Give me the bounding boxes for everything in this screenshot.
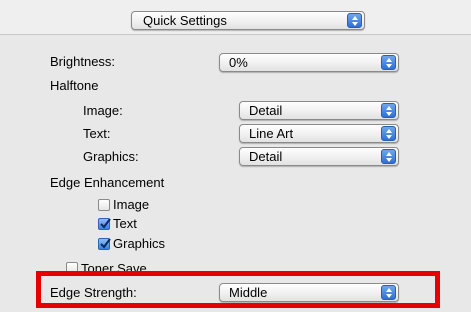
halftone-graphics-value: Detail	[249, 149, 283, 164]
halftone-text-label: Text:	[83, 126, 111, 141]
up-down-arrows-icon	[381, 126, 396, 141]
up-down-arrows-icon	[347, 13, 362, 28]
up-down-arrows-icon	[381, 55, 396, 70]
edge-text-label: Text	[113, 216, 137, 231]
halftone-image-value: Detail	[249, 103, 283, 118]
edge-text-checkbox[interactable]	[98, 218, 111, 230]
edge-enhancement-heading: Edge Enhancement	[50, 175, 165, 190]
checkmark-icon	[100, 238, 111, 249]
edge-image-label: Image	[113, 197, 150, 212]
halftone-graphics-label: Graphics:	[83, 149, 139, 164]
brightness-value: 0%	[229, 55, 248, 70]
halftone-text-popup[interactable]: Line Art	[239, 124, 399, 143]
halftone-image-popup[interactable]: Detail	[239, 101, 399, 120]
brightness-label: Brightness:	[50, 54, 116, 69]
brightness-popup[interactable]: 0%	[219, 53, 399, 72]
up-down-arrows-icon	[381, 149, 396, 164]
checkmark-icon	[100, 218, 111, 229]
up-down-arrows-icon	[381, 103, 396, 118]
halftone-graphics-popup[interactable]: Detail	[239, 147, 399, 166]
highlight-box	[36, 271, 440, 308]
edge-graphics-checkbox[interactable]	[98, 238, 111, 250]
halftone-image-label: Image:	[83, 103, 123, 118]
quick-settings-value: Quick Settings	[143, 13, 227, 28]
quick-settings-popup[interactable]: Quick Settings	[131, 11, 365, 30]
edge-image-checkbox[interactable]	[98, 199, 110, 211]
halftone-heading: Halftone	[50, 78, 99, 93]
edge-graphics-label: Graphics	[113, 236, 166, 251]
halftone-text-value: Line Art	[249, 126, 294, 141]
